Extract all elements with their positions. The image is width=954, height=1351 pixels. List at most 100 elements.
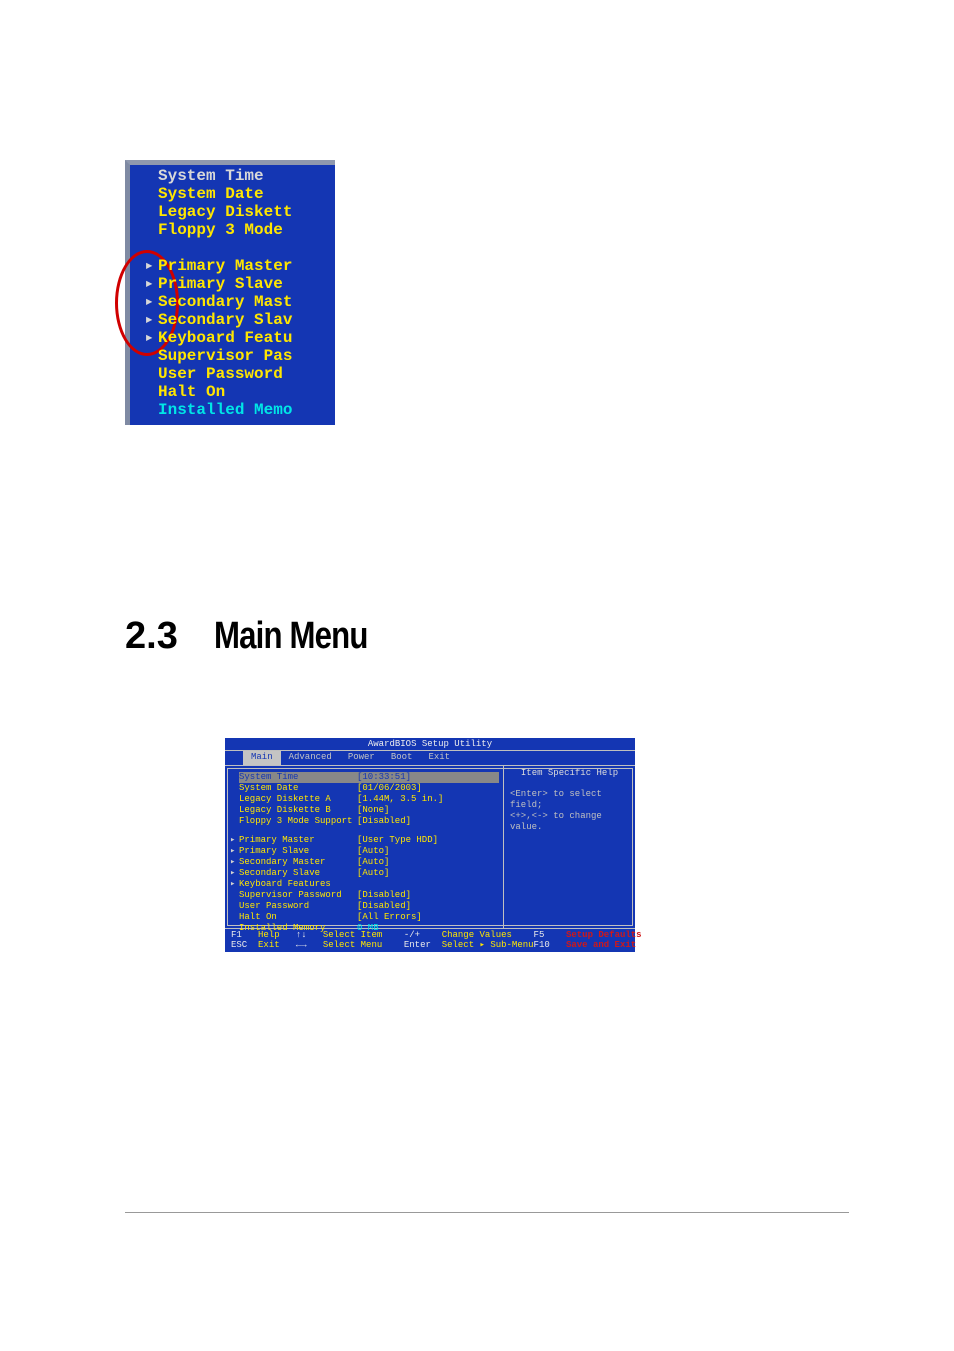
field-value: [All Errors] [357,912,422,923]
menu-item: Halt On [158,383,225,401]
key-label: F10 [534,940,550,950]
key-label: ←→ [296,940,307,950]
bios-fields-pane: System Time[10:33:51] System Date[01/06/… [225,766,503,928]
field-row: Halt On[All Errors] [239,912,499,923]
menu-item: Installed Memo [158,401,292,419]
menu-row: Supervisor Pas [130,347,335,365]
submenu-arrow-icon: ▸ [130,275,158,293]
help-heading: Item Specific Help [510,768,629,779]
submenu-arrow-icon: ▸ [230,835,239,846]
tab-exit: Exit [420,751,458,765]
key-label: Enter [404,940,431,950]
field-label: System Date [239,783,357,794]
tab-power: Power [340,751,383,765]
key-action: Exit [258,940,280,950]
bios-body: System Time[10:33:51] System Date[01/06/… [225,766,635,928]
key-action: Select ▸ Sub-Menu [442,940,534,950]
field-label: Installed Memory [239,923,357,934]
field-row: ▸Secondary Master[Auto] [239,857,499,868]
field-label: User Password [239,901,357,912]
menu-item: Floppy 3 Mode [158,221,283,239]
field-row: Legacy Diskette A[1.44M, 3.5 in.] [239,794,499,805]
field-value: [Disabled] [357,901,411,912]
field-row: Floppy 3 Mode Support[Disabled] [239,816,499,827]
bios-main-screen: AwardBIOS Setup Utility Main Advanced Po… [225,738,635,952]
field-value: [Disabled] [357,890,411,901]
key-label: F5 [534,930,545,940]
field-label: System Time [239,772,357,783]
key-action: Select Menu [323,940,382,950]
menu-row: Floppy 3 Mode [130,221,335,239]
field-label: Secondary Slave [239,868,357,879]
menu-item: Secondary Mast [158,293,292,311]
submenu-arrow-icon: ▸ [230,846,239,857]
menu-item: System Date [158,185,264,203]
menu-row: ▸Secondary Slav [130,311,335,329]
key-label: ESC [231,940,247,950]
field-row: Installed Memory0 MB [239,923,499,934]
menu-item: Primary Master [158,257,292,275]
field-row: ▸Secondary Slave[Auto] [239,868,499,879]
menu-item: Legacy Diskett [158,203,292,221]
menu-row: System Time [130,167,335,185]
bios-menu-crop: System Time System Date Legacy Diskett F… [125,160,335,425]
menu-row: ▸Primary Slave [130,275,335,293]
field-label: Halt On [239,912,357,923]
field-row: System Date[01/06/2003] [239,783,499,794]
menu-row: Halt On [130,383,335,401]
section-title: Main Menu [214,615,368,658]
field-value: [User Type HDD] [357,835,438,846]
field-label: Floppy 3 Mode Support [239,816,357,827]
field-label: Primary Slave [239,846,357,857]
key-action: Setup Defaults [566,930,642,940]
help-line: <Enter> to select field; [510,789,629,811]
submenu-arrow-icon: ▸ [130,329,158,347]
field-value: [01/06/2003] [357,783,422,794]
field-row: Supervisor Password[Disabled] [239,890,499,901]
footer-right: F5 Setup Defaults F10 Save and Exit [534,930,642,950]
field-label: Supervisor Password [239,890,357,901]
bios-fields: System Time[10:33:51] System Date[01/06/… [225,766,503,938]
field-value: [1.44M, 3.5 in.] [357,794,443,805]
key-action: Save and Exit [566,940,636,950]
field-value: [Disabled] [357,816,411,827]
submenu-arrow-icon: ▸ [230,857,239,868]
field-label: Primary Master [239,835,357,846]
field-row: Legacy Diskette B[None] [239,805,499,816]
bios-menu-panel: System Time System Date Legacy Diskett F… [125,160,335,425]
tab-main: Main [243,751,281,765]
section-number: 2.3 [125,615,178,657]
field-value: [Auto] [357,868,389,879]
field-value: [Auto] [357,857,389,868]
field-label: Legacy Diskette A [239,794,357,805]
page-footer-rule [125,1212,849,1213]
menu-row: Legacy Diskett [130,203,335,221]
menu-item: Secondary Slav [158,311,292,329]
submenu-arrow-icon: ▸ [130,293,158,311]
submenu-arrow-icon: ▸ [230,879,239,890]
menu-item-selected: System Time [158,167,264,185]
field-value: [None] [357,805,389,816]
field-row: User Password[Disabled] [239,901,499,912]
menu-row: Installed Memo [130,401,335,419]
submenu-arrow-icon: ▸ [230,868,239,879]
field-value: [Auto] [357,846,389,857]
bios-title: AwardBIOS Setup Utility [225,738,635,750]
tab-advanced: Advanced [281,751,340,765]
submenu-arrow-icon: ▸ [130,257,158,275]
menu-row: ▸Secondary Mast [130,293,335,311]
field-value: 0 MB [357,923,379,934]
field-value: [10:33:51] [357,772,411,783]
submenu-arrow-icon: ▸ [130,311,158,329]
field-label: Secondary Master [239,857,357,868]
field-row: ▸Keyboard Features [239,879,499,890]
menu-item: Keyboard Featu [158,329,292,347]
field-row: ▸Primary Master[User Type HDD] [239,835,499,846]
document-page: System Time System Date Legacy Diskett F… [0,160,954,1213]
bios-help-pane: Item Specific Help <Enter> to select fie… [503,766,635,928]
menu-row: ▸Keyboard Featu [130,329,335,347]
help-line: <+>,<-> to change value. [510,811,629,833]
menu-row: ▸Primary Master [130,257,335,275]
section-heading: 2.3 Main Menu [125,615,954,658]
menu-row: System Date [130,185,335,203]
